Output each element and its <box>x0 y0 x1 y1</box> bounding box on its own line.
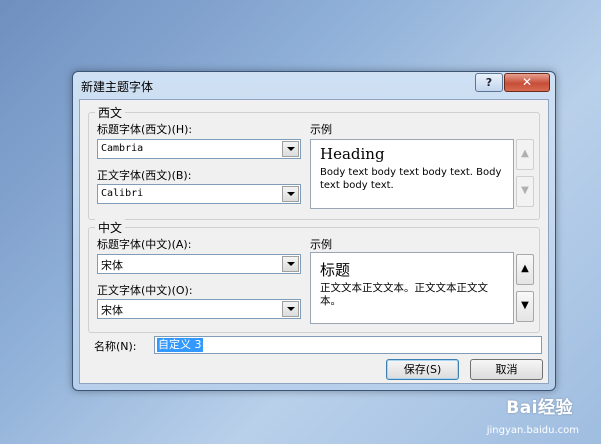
title-bar: 新建主题字体 ? ✕ <box>73 72 555 98</box>
chinese-body-font-label: 正文字体(中文)(O): <box>97 284 193 297</box>
chevron-down-icon[interactable] <box>282 141 299 157</box>
western-sample-body: Body text body text body text. Body text… <box>320 167 502 191</box>
close-button[interactable]: ✕ <box>504 73 550 92</box>
chinese-heading-font-value: 宋体 <box>101 259 123 272</box>
chinese-scroll-down-button[interactable]: ▼ <box>516 291 534 322</box>
western-heading-font-combo[interactable]: Cambria <box>97 139 301 159</box>
western-scroll-down-button[interactable]: ▼ <box>516 176 534 207</box>
chinese-font-group: 中文 标题字体(中文)(A): 宋体 正文字体(中文)(O): 宋体 示例 标题… <box>88 219 540 333</box>
western-body-font-combo[interactable]: Calibri <box>97 184 301 204</box>
dialog-title: 新建主题字体 <box>81 80 154 94</box>
watermark-url: jingyan.baidu.com <box>486 425 579 436</box>
western-sample-heading: Heading <box>320 145 385 163</box>
help-button[interactable]: ? <box>475 73 503 92</box>
chevron-down-icon[interactable] <box>282 256 299 272</box>
chinese-heading-font-label: 标题字体(中文)(A): <box>97 238 192 251</box>
western-sample-label: 示例 <box>310 123 332 136</box>
western-font-group: 西文 标题字体(西文)(H): Cambria 正文字体(西文)(B): Cal… <box>88 104 540 220</box>
dialog-client-area: 西文 标题字体(西文)(H): Cambria 正文字体(西文)(B): Cal… <box>79 99 549 384</box>
name-label: 名称(N): <box>94 340 137 353</box>
chevron-down-icon[interactable] <box>282 301 299 317</box>
western-body-font-label: 正文字体(西文)(B): <box>97 169 192 182</box>
western-body-font-value: Calibri <box>101 188 144 199</box>
western-heading-font-value: Cambria <box>101 143 144 154</box>
create-theme-fonts-dialog: 新建主题字体 ? ✕ 西文 标题字体(西文)(H): Cambria 正文字体(… <box>72 71 556 391</box>
chinese-sample-heading: 标题 <box>320 261 351 279</box>
western-scroll-up-button[interactable]: ▲ <box>516 139 534 170</box>
name-input[interactable]: 自定义 3 <box>154 336 542 354</box>
save-button[interactable]: 保存(S) <box>386 359 459 380</box>
chinese-scroll-up-button[interactable]: ▲ <box>516 254 534 285</box>
chinese-sample-label: 示例 <box>310 238 332 251</box>
chinese-sample-preview: 标题 正文文本正文文本。正文文本正文文本。 <box>310 252 514 324</box>
western-group-label: 西文 <box>95 104 126 121</box>
chinese-group-label: 中文 <box>95 219 126 236</box>
western-sample-preview: Heading Body text body text body text. B… <box>310 139 514 209</box>
watermark-logo: Bai经验 <box>506 398 573 418</box>
cancel-button[interactable]: 取消 <box>470 359 543 380</box>
name-input-value: 自定义 3 <box>157 338 203 352</box>
western-heading-font-label: 标题字体(西文)(H): <box>97 123 193 136</box>
chinese-body-font-combo[interactable]: 宋体 <box>97 299 301 319</box>
chinese-sample-body: 正文文本正文文本。正文文本正文文本。 <box>320 282 488 307</box>
chevron-down-icon[interactable] <box>282 186 299 202</box>
chinese-body-font-value: 宋体 <box>101 304 123 317</box>
chinese-heading-font-combo[interactable]: 宋体 <box>97 254 301 274</box>
